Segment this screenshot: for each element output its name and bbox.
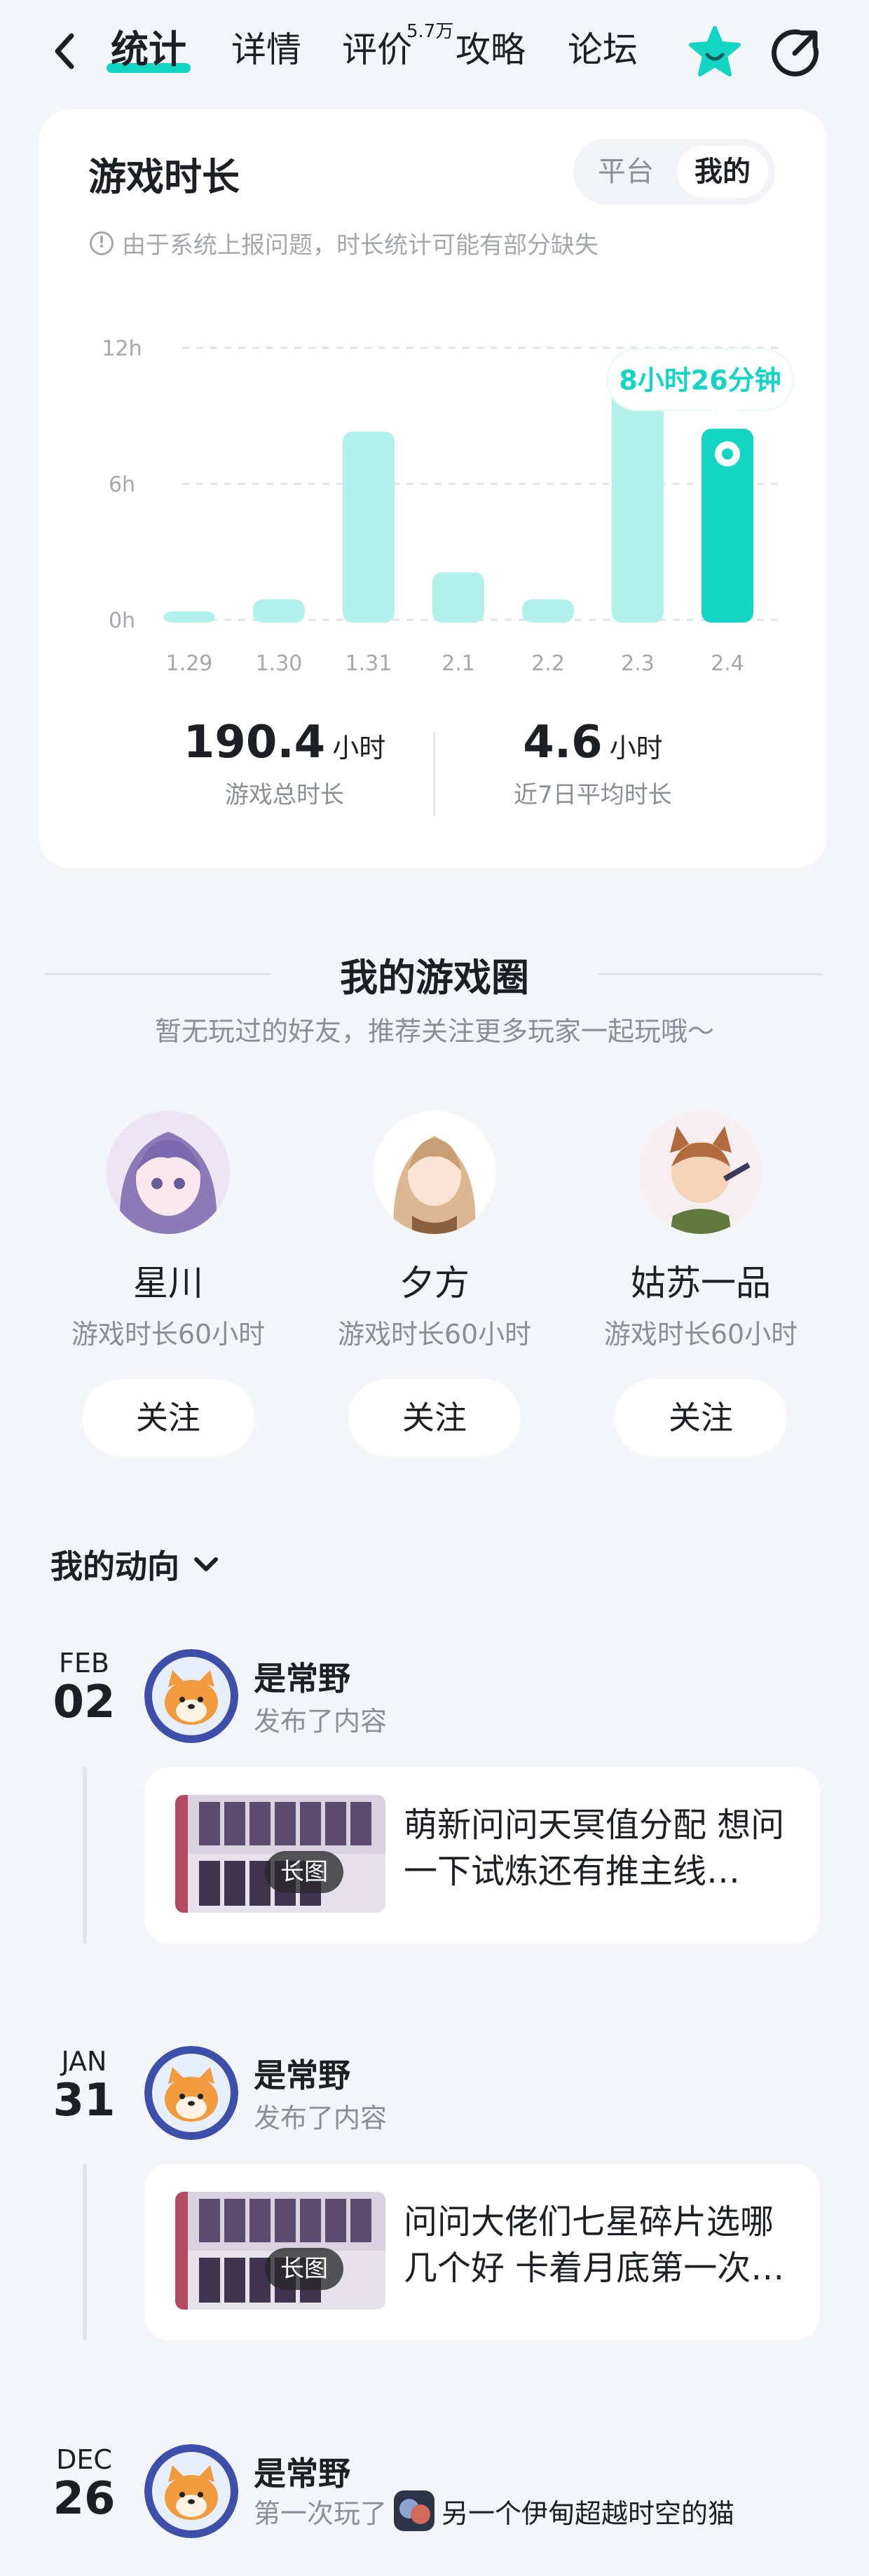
notice-text: 由于系统上报问题，时长统计可能有部分缺失 [122, 231, 598, 259]
chart-bar [253, 599, 305, 623]
star-icon [689, 26, 741, 76]
tooltip-pointer [716, 409, 739, 423]
chevron-left-icon [55, 33, 74, 69]
info-icon: ! [90, 231, 114, 255]
chart-bar [343, 431, 395, 623]
x-tick-label: 2.2 [531, 651, 565, 676]
tab-details[interactable]: 详情 [231, 25, 301, 74]
feed-action: 第一次玩了 另一个伊甸超越时空的猫 [254, 2490, 734, 2531]
x-tick-label: 1.30 [256, 651, 303, 676]
chart-bar [163, 611, 215, 623]
avatar[interactable] [639, 1111, 762, 1234]
long-image-badge: 长图 [265, 2248, 343, 2290]
friend-name: 姑苏一品 [631, 1263, 771, 1303]
scope-toggle: 平台 我的 [573, 139, 775, 205]
post-card[interactable]: 长图 问问大佬们七星碎片选哪几个好 卡着月底第一次… [144, 2164, 820, 2340]
date-day: 31 [53, 2075, 116, 2127]
feed-action: 发布了内容 [254, 1700, 387, 1738]
friend-name: 星川 [133, 1263, 203, 1303]
game-name-link[interactable]: 另一个伊甸超越时空的猫 [442, 2492, 734, 2530]
date-day: 26 [53, 2473, 116, 2525]
timeline-line [83, 1767, 87, 1944]
avatar[interactable] [144, 1649, 238, 1743]
avg-playtime-value: 4.6 [523, 717, 603, 768]
y-tick-label: 6h [109, 473, 135, 497]
playtime-card: 游戏时长 平台 我的 ! 由于系统上报问题，时长统计可能有部分缺失 0h 6h 12… [39, 109, 827, 868]
friend-card: 星川 游戏时长60小时 关注 [35, 1111, 301, 1456]
total-playtime: 190.4 小时 游戏总时长 [137, 717, 432, 810]
post-title: 问问大佬们七星碎片选哪几个好 卡着月底第一次… [404, 2202, 785, 2288]
feed-action-text: 发布了内容 [254, 2103, 388, 2134]
tab-forum[interactable]: 论坛 [568, 25, 638, 74]
avg-playtime-label: 近7日平均时长 [514, 781, 672, 809]
favorite-button[interactable] [687, 25, 743, 81]
friend-playtime: 游戏时长60小时 [71, 1319, 266, 1350]
x-tick-label: 2.1 [442, 651, 475, 676]
feed-username[interactable]: 是常野 [254, 1653, 350, 1700]
stats-divider [433, 732, 435, 816]
total-playtime-unit: 小时 [332, 733, 386, 764]
top-navigation: 统计 详情 评价 5.7万 攻略 论坛 [0, 0, 869, 105]
section-divider-right [598, 973, 823, 975]
avg-playtime: 4.6 小时 近7日平均时长 [446, 717, 740, 810]
avg-playtime-unit: 小时 [609, 733, 663, 764]
y-tick-label: 0h [109, 609, 135, 633]
share-button[interactable] [768, 27, 821, 80]
follow-button[interactable]: 关注 [615, 1379, 787, 1456]
avatar[interactable] [144, 2046, 238, 2140]
avatar[interactable] [107, 1111, 230, 1234]
chart-bar [432, 572, 484, 623]
avatar[interactable] [144, 2444, 238, 2538]
x-tick-label: 2.4 [711, 651, 744, 676]
friend-playtime: 游戏时长60小时 [603, 1319, 798, 1350]
friend-card: 夕方 游戏时长60小时 关注 [301, 1111, 568, 1456]
activity-date: FEB 02 [42, 1648, 126, 1725]
post-title: 萌新问问天冥值分配 想问一下试炼还有推主线… [404, 1805, 785, 1891]
friend-playtime: 游戏时长60小时 [337, 1319, 532, 1350]
my-activity-dropdown[interactable]: 我的动向 [50, 1541, 220, 1587]
chart-bar [522, 599, 574, 623]
feed-action-text: 第一次玩了 [254, 2497, 388, 2529]
total-playtime-label: 游戏总时长 [225, 781, 344, 809]
tab-stats[interactable]: 统计 [111, 25, 186, 74]
stats-notice: ! 由于系统上报问题，时长统计可能有部分缺失 [90, 226, 598, 260]
x-tick-label: 1.31 [345, 651, 392, 676]
date-month: JAN [61, 2046, 107, 2077]
toggle-mine[interactable]: 我的 [677, 146, 768, 198]
share-icon [772, 29, 819, 76]
friend-card: 姑苏一品 游戏时长60小时 关注 [568, 1111, 834, 1456]
post-card[interactable]: 长图 萌新问问天冥值分配 想问一下试炼还有推主线… [144, 1767, 820, 1944]
x-tick-label: 2.3 [621, 651, 655, 676]
tab-reviews[interactable]: 评价 [342, 25, 412, 74]
date-day: 02 [53, 1676, 116, 1728]
friend-name: 夕方 [399, 1263, 470, 1303]
avatar[interactable] [373, 1111, 496, 1234]
tab-guides[interactable]: 攻略 [456, 25, 526, 74]
my-activity-title: 我的动向 [50, 1547, 179, 1585]
back-button[interactable] [43, 27, 85, 76]
timeline-line [83, 2164, 87, 2340]
game-circle-subtitle: 暂无玩过的好友，推荐关注更多玩家一起玩哦～ [154, 1016, 714, 1047]
total-playtime-value: 190.4 [183, 717, 326, 768]
game-icon[interactable] [394, 2490, 435, 2531]
feed-action: 发布了内容 [254, 2096, 387, 2135]
tooltip-text: 8小时26分钟 [619, 365, 781, 395]
feed-username[interactable]: 是常野 [254, 2050, 350, 2096]
chevron-down-icon [194, 1557, 218, 1571]
date-month: FEB [59, 1648, 109, 1679]
follow-button[interactable]: 关注 [348, 1379, 521, 1456]
follow-button[interactable]: 关注 [82, 1379, 254, 1456]
activity-date: JAN 31 [42, 2046, 126, 2123]
y-tick-label: 12h [102, 337, 142, 361]
activity-date: DEC 26 [42, 2444, 126, 2521]
review-count-badge: 5.7万 [406, 21, 454, 42]
x-tick-label: 1.29 [166, 651, 213, 676]
date-month: DEC [56, 2444, 112, 2475]
long-image-badge: 长图 [265, 1851, 343, 1893]
toggle-platform[interactable]: 平台 [580, 146, 671, 198]
feed-username[interactable]: 是常野 [254, 2448, 350, 2495]
playtime-title: 游戏时长 [88, 155, 240, 199]
highlight-marker-dot [722, 448, 733, 460]
feed-action-text: 发布了内容 [254, 1706, 388, 1737]
